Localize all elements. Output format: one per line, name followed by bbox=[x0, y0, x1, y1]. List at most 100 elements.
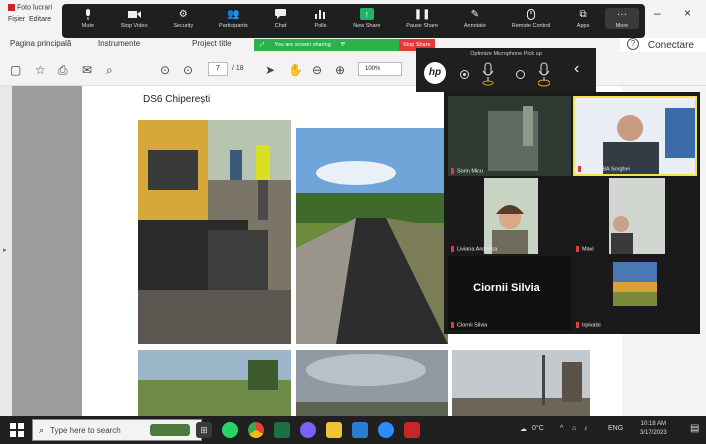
mute-button[interactable]: Mute bbox=[68, 8, 108, 29]
chrome-icon[interactable] bbox=[248, 422, 264, 438]
video-camera-icon bbox=[127, 8, 141, 20]
search-icon[interactable]: ⌕ bbox=[106, 63, 113, 78]
notifications-icon[interactable]: ▤ bbox=[690, 423, 699, 434]
tab-document[interactable]: Project title bbox=[192, 39, 232, 48]
new-share-label: New Share bbox=[353, 23, 381, 29]
stop-video-button[interactable]: Stop Video bbox=[108, 8, 161, 29]
mic-mode-all-radio[interactable] bbox=[516, 70, 525, 79]
left-panel-toggle[interactable]: ▸ bbox=[0, 86, 12, 416]
hand-tool-icon[interactable]: ✋ bbox=[288, 63, 303, 77]
system-clock[interactable]: 10:18 AM 3/17/2023 bbox=[640, 420, 667, 438]
app-title: Foto lucrari bbox=[8, 4, 52, 11]
apps-button[interactable]: ⧉ Apps bbox=[563, 8, 603, 30]
menu-file[interactable]: Fișier bbox=[8, 16, 25, 23]
participant-name: Mavi bbox=[576, 246, 594, 252]
participants-button[interactable]: 👥 Participants bbox=[206, 8, 261, 30]
pause-share-button[interactable]: ❚❚ Pause Share bbox=[393, 8, 451, 30]
menu-bar: Fișier Editare bbox=[8, 16, 51, 23]
document-gutter bbox=[12, 86, 82, 416]
remote-control-button[interactable]: Remote Control bbox=[499, 8, 563, 29]
more-button[interactable]: ··· More bbox=[604, 8, 639, 29]
participant-name: Irpivalsi bbox=[576, 322, 601, 328]
participant-name: Sorin Micu bbox=[451, 168, 483, 174]
zoom-in-icon[interactable]: ⊕ bbox=[335, 63, 345, 77]
tab-home[interactable]: Pagina principală bbox=[10, 39, 71, 48]
annotate-label: Annotate bbox=[463, 23, 486, 29]
search-highlight-image bbox=[150, 424, 190, 436]
annotate-button[interactable]: ✎ Annotate bbox=[451, 8, 499, 30]
help-icon[interactable]: ? bbox=[627, 38, 639, 50]
zoom-meeting-icon[interactable] bbox=[378, 422, 394, 438]
page-number-input[interactable]: 7 bbox=[208, 62, 228, 76]
pause-share-label: Pause Share bbox=[406, 23, 439, 29]
screen-sharing-status: ⤢ You are screen sharing ⛨ bbox=[254, 39, 399, 51]
acrobat-reader-icon[interactable] bbox=[404, 422, 420, 438]
cloudy-sky-photo bbox=[296, 350, 448, 416]
whatsapp-icon[interactable] bbox=[222, 422, 238, 438]
pen-icon: ✎ bbox=[470, 8, 480, 20]
shield-icon[interactable]: ⛨ bbox=[341, 42, 345, 49]
pdf-toolbar: ▢ ☆ ⎙ ✉ ⌕ ⊙ ⊙ 7 / 18 ➤ ✋ ⊖ ⊕ 100% bbox=[0, 52, 706, 86]
save-icon[interactable]: ▢ bbox=[10, 63, 21, 77]
input-language[interactable]: ENG bbox=[608, 425, 623, 432]
viber-icon[interactable] bbox=[300, 422, 316, 438]
menu-edit[interactable]: Editare bbox=[29, 16, 51, 23]
chat-button[interactable]: Chat bbox=[261, 8, 301, 29]
clock-date: 3/17/2023 bbox=[640, 430, 667, 436]
microphone-icon bbox=[81, 8, 95, 20]
chevron-left-icon[interactable]: ‹ bbox=[574, 60, 579, 78]
share-expand-icon[interactable]: ⤢ bbox=[260, 42, 264, 49]
mouse-icon bbox=[524, 8, 538, 20]
apps-icon: ⧉ bbox=[579, 8, 587, 20]
close-icon[interactable]: × bbox=[684, 6, 691, 20]
select-cursor-icon[interactable]: ➤ bbox=[265, 63, 275, 77]
excel-icon[interactable] bbox=[274, 422, 290, 438]
participants-icon: 👥 bbox=[227, 8, 240, 20]
search-icon: ⌕ bbox=[39, 424, 45, 435]
polls-button[interactable]: Polls bbox=[301, 8, 341, 29]
participant-tile[interactable]: Mavi bbox=[573, 178, 697, 254]
new-road-photo bbox=[296, 128, 448, 344]
microphone-optimize-popup: Optimize Microphone Pick up hp ‹ bbox=[416, 48, 596, 92]
bookmark-star-icon[interactable]: ☆ bbox=[35, 63, 46, 77]
more-icon: ··· bbox=[616, 8, 627, 20]
remote-control-label: Remote Control bbox=[511, 23, 551, 29]
email-icon[interactable]: ✉ bbox=[82, 63, 92, 77]
camera-off-participant-name: Ciornii Silvia bbox=[473, 282, 540, 294]
security-label: Security bbox=[173, 23, 194, 29]
village-poles-photo bbox=[452, 350, 590, 416]
mic-mode-focused-radio[interactable] bbox=[460, 70, 469, 79]
more-label: More bbox=[615, 23, 629, 29]
participant-tile[interactable]: Liviana Andreica bbox=[448, 178, 571, 254]
connect-link[interactable]: Conectare bbox=[648, 40, 694, 51]
previous-page-icon[interactable]: ⊙ bbox=[160, 63, 170, 77]
participant-tile[interactable]: Sorin Micu bbox=[448, 96, 571, 176]
zoom-app-icon[interactable] bbox=[352, 422, 368, 438]
volume-icon[interactable]: ♪ bbox=[584, 425, 588, 432]
participant-tile-active[interactable]: CULBABA Sorghei bbox=[573, 96, 697, 176]
new-share-button[interactable]: ↑ New Share bbox=[340, 8, 393, 29]
zoom-level-select[interactable]: 100% bbox=[358, 62, 402, 76]
print-icon[interactable]: ⎙ bbox=[58, 63, 68, 78]
document-heading: DS6 Chiperești bbox=[143, 94, 211, 105]
mute-label: Mute bbox=[81, 23, 95, 29]
stop-video-label: Stop Video bbox=[120, 23, 148, 29]
participant-name: CULBABA Sorghei bbox=[578, 166, 630, 172]
show-hidden-icons-icon[interactable]: ^ bbox=[560, 425, 563, 432]
file-explorer-icon[interactable] bbox=[326, 422, 342, 438]
zoom-out-icon[interactable]: ⊖ bbox=[312, 63, 322, 77]
minimize-icon[interactable]: – bbox=[654, 6, 661, 20]
task-view-icon[interactable]: ⊞ bbox=[196, 422, 212, 438]
network-icon[interactable]: ⌂ bbox=[572, 425, 576, 432]
security-button[interactable]: ⚙ Security bbox=[160, 8, 206, 30]
windows-taskbar: ⌕ Type here to search ⊞ ☁ 0°C ^ ⌂ ♪ ENG … bbox=[0, 416, 706, 444]
participants-label: Participants bbox=[219, 23, 248, 29]
windows-start-icon[interactable] bbox=[10, 423, 24, 437]
next-page-icon[interactable]: ⊙ bbox=[183, 63, 193, 77]
participant-tile[interactable]: Irpivalsi bbox=[573, 256, 697, 330]
chat-label: Chat bbox=[274, 23, 287, 29]
weather-icon[interactable]: ☁ bbox=[520, 425, 527, 433]
video-gallery: Sorin Micu CULBABA Sorghei Liviana Andre… bbox=[444, 92, 700, 334]
tab-tools[interactable]: Instrumente bbox=[98, 39, 140, 48]
weather-temperature[interactable]: 0°C bbox=[532, 425, 544, 432]
